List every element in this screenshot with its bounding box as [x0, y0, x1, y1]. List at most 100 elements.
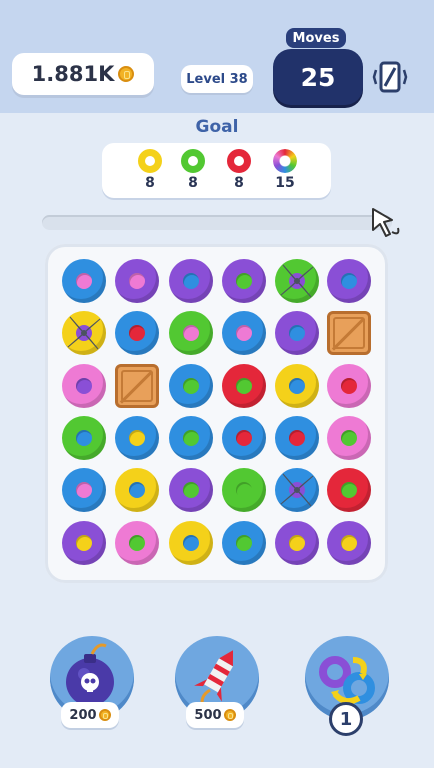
blue-donut-icon — [222, 311, 266, 355]
goal-count: 15 — [275, 175, 295, 191]
green-core — [341, 482, 357, 498]
red-donut-icon — [222, 364, 266, 408]
rocket-price: 500 — [186, 702, 244, 728]
goal-count: 8 — [145, 175, 155, 191]
donut-tile-yellow[interactable] — [114, 467, 160, 513]
goal-item-red: 8 — [223, 149, 255, 191]
donut-tile-blue[interactable] — [168, 363, 214, 409]
donut-tile-purple[interactable] — [326, 520, 372, 566]
donut-tile-red[interactable] — [221, 363, 267, 409]
shuriken-icon — [280, 264, 314, 298]
donut-tile-blue[interactable] — [114, 310, 160, 356]
donut-tile-pink[interactable] — [61, 363, 107, 409]
donut-tile-yellow[interactable] — [274, 363, 320, 409]
donut-tile-blue[interactable] — [221, 520, 267, 566]
green-core — [236, 378, 252, 394]
yellow-core — [341, 535, 357, 551]
bomb-price-value: 200 — [69, 707, 97, 723]
donut-tile-green[interactable] — [274, 258, 320, 304]
green-donut-icon — [275, 259, 319, 303]
blue-donut-icon — [275, 416, 319, 460]
donut-tile-purple[interactable] — [114, 258, 160, 304]
donut-tile-green[interactable] — [168, 310, 214, 356]
donut-tile-green[interactable] — [61, 415, 107, 461]
donut-tile-purple[interactable] — [274, 310, 320, 356]
goal-item-yellow: 8 — [134, 149, 166, 191]
pink-donut-icon — [327, 416, 371, 460]
donut-tile-purple[interactable] — [168, 467, 214, 513]
donut-tile-yellow[interactable] — [168, 520, 214, 566]
yellow-core — [289, 535, 305, 551]
donut-tile-purple[interactable] — [326, 258, 372, 304]
goal-panel: 8 8 8 15 — [102, 143, 331, 198]
donut-tile-pink[interactable] — [114, 520, 160, 566]
green-donut-icon — [169, 311, 213, 355]
yellow-core — [76, 535, 92, 551]
goal-item-green: 8 — [177, 149, 209, 191]
bomb-price: 200 — [61, 702, 119, 728]
red-core — [236, 430, 252, 446]
rocket-price-value: 500 — [194, 707, 222, 723]
blue-core — [289, 325, 305, 341]
crate-tile[interactable] — [326, 310, 372, 356]
donut-tile-blue[interactable] — [274, 415, 320, 461]
crate-tile[interactable] — [114, 363, 160, 409]
donut-tile-red[interactable] — [326, 467, 372, 513]
green-donut-icon — [222, 468, 266, 512]
blue-core — [341, 273, 357, 289]
hand-cursor-icon — [372, 208, 400, 237]
donut-tile-blue[interactable] — [61, 467, 107, 513]
purple-donut-icon — [169, 468, 213, 512]
purple-donut-icon — [327, 521, 371, 565]
donut-tile-blue[interactable] — [221, 310, 267, 356]
donut-tile-blue[interactable] — [274, 467, 320, 513]
coin-icon — [223, 709, 236, 721]
donut-tile-purple[interactable] — [221, 258, 267, 304]
green-core — [341, 430, 357, 446]
donut-tile-blue[interactable] — [114, 415, 160, 461]
shuriken-icon — [280, 473, 314, 507]
pink-core — [129, 273, 145, 289]
goal-count: 8 — [234, 175, 244, 191]
shuffle-count-badge: 1 — [329, 702, 363, 736]
donut-tile-purple[interactable] — [61, 520, 107, 566]
card-shuffle-icon — [372, 61, 408, 93]
pink-core — [183, 325, 199, 341]
blue-donut-icon — [115, 416, 159, 460]
donut-tile-purple[interactable] — [274, 520, 320, 566]
blue-donut-icon — [275, 468, 319, 512]
red-core — [341, 378, 357, 394]
purple-donut-icon — [275, 521, 319, 565]
green-core — [236, 535, 252, 551]
donut-tile-pink[interactable] — [326, 415, 372, 461]
purple-donut-icon — [222, 259, 266, 303]
pink-donut-icon — [62, 364, 106, 408]
donut-tile-blue[interactable] — [168, 415, 214, 461]
purple-donut-icon — [327, 259, 371, 303]
shuriken-icon — [67, 316, 101, 350]
donut-tile-blue[interactable] — [61, 258, 107, 304]
purple-donut-icon — [62, 521, 106, 565]
coin-balance[interactable]: 1.881K — [12, 53, 154, 95]
card-shuffle-button[interactable] — [371, 58, 409, 96]
blue-donut-icon — [222, 416, 266, 460]
pink-core — [76, 482, 92, 498]
blue-donut-icon — [62, 259, 106, 303]
donut-tile-pink[interactable] — [326, 363, 372, 409]
red-donut-icon — [327, 468, 371, 512]
crate-icon — [115, 364, 159, 408]
purple-donut-icon — [169, 259, 213, 303]
green-core — [183, 482, 199, 498]
red-core — [129, 325, 145, 341]
blue-core — [183, 535, 199, 551]
pink-core — [76, 273, 92, 289]
donut-tile-purple[interactable] — [168, 258, 214, 304]
donut-tile-yellow[interactable] — [61, 310, 107, 356]
donut-tile-green[interactable] — [221, 467, 267, 513]
green-core — [183, 430, 199, 446]
green-donut-icon — [62, 416, 106, 460]
rainbow-ring-icon — [273, 149, 297, 173]
yellow-donut-icon — [275, 364, 319, 408]
yellow-ring-icon — [138, 149, 162, 173]
donut-tile-blue[interactable] — [221, 415, 267, 461]
